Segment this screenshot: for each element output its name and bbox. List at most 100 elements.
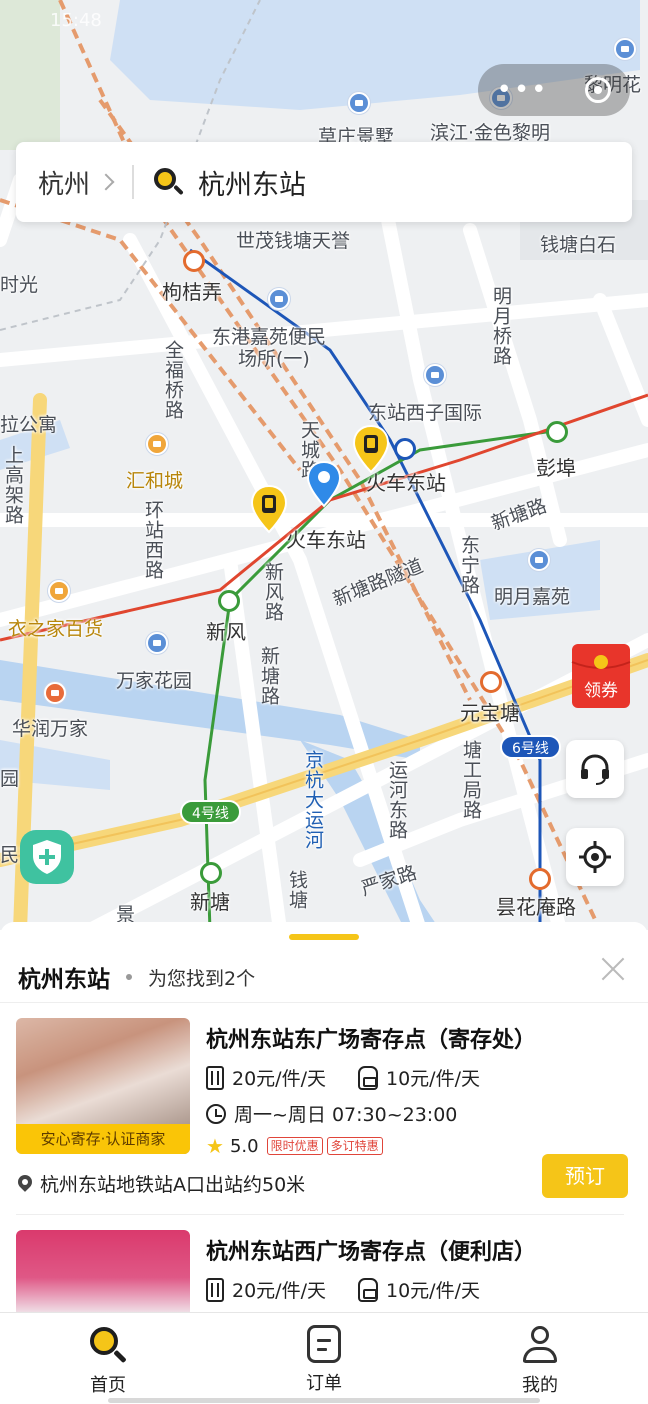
price-suitcase: 20元/件/天 (232, 1280, 326, 1302)
map-label: 上高架路 (2, 445, 24, 525)
customer-service-button[interactable] (566, 740, 624, 798)
poi-wanjia-icon[interactable] (146, 632, 168, 654)
more-options-icon[interactable]: ••• (496, 77, 548, 103)
price-backpack: 10元/件/天 (385, 1280, 480, 1302)
map-label: 元宝塘 (460, 701, 520, 725)
backpack-icon (357, 1277, 378, 1302)
locate-me-button[interactable] (566, 828, 624, 886)
star-icon: ★ (206, 1134, 224, 1158)
clock-icon (206, 1103, 226, 1124)
station-goujinong-icon[interactable] (183, 250, 205, 272)
map-label: 世茂钱塘天誉 (236, 230, 351, 252)
promo-tag: 限时优惠 (266, 1137, 323, 1155)
poi-huarun-icon[interactable] (44, 682, 66, 704)
map-label: 拉公寓 (0, 414, 58, 436)
map-label: 钱塘 (286, 870, 308, 910)
map-label: 新风路 (262, 562, 284, 622)
close-mini-program-icon[interactable] (585, 77, 612, 103)
map-label: 明月桥路 (490, 286, 512, 366)
station-huochedong-icon[interactable] (394, 438, 416, 460)
poi-donggang-icon[interactable] (268, 288, 290, 310)
map-label: 彭埠 (536, 456, 576, 480)
poi-huihecheng-icon[interactable] (146, 433, 168, 455)
sheet-header: 杭州东站 为您找到2个 (0, 952, 648, 1002)
station-xinfeng-icon[interactable] (218, 590, 240, 612)
store-thumbnail: 安心寄存·认证商家 (16, 1018, 190, 1154)
tab-label: 我的 (522, 1375, 558, 1396)
city-selector[interactable]: 杭州 (16, 142, 115, 222)
station-xintang-icon[interactable] (200, 862, 222, 884)
store-card[interactable]: 杭州东站西广场寄存点（便利店） 20元/件/天 10元/件/天 (0, 1230, 648, 1366)
map-label: 昙花庵路 (496, 895, 576, 919)
user-icon (520, 1325, 560, 1365)
divider (16, 1214, 624, 1215)
suitcase-icon (206, 1277, 224, 1302)
store-card[interactable]: 安心寄存·认证商家 杭州东站东广场寄存点（寄存处） 20元/件/天 10元/件/… (0, 1018, 648, 1218)
map-label: 衣之家百货 (8, 618, 104, 640)
headset-icon (581, 754, 609, 785)
results-sheet[interactable]: 杭州东站 为您找到2个 安心寄存·认证商家 杭州东站东广场寄存点（寄存处） 20… (0, 922, 648, 1366)
price-row: 20元/件/天 10元/件/天 (206, 1276, 512, 1303)
tab-home[interactable]: 首页 (0, 1313, 216, 1404)
station-yunhuaan-icon[interactable] (529, 868, 551, 890)
map-label: 环站西路 (142, 500, 164, 580)
verified-badge: 安心寄存·认证商家 (16, 1124, 190, 1154)
map-label: 时光 (0, 274, 39, 296)
poi-mingyue-icon[interactable] (528, 549, 550, 571)
tab-bar: 首页 订单 我的 (0, 1312, 648, 1404)
location-pin-icon (18, 1175, 32, 1193)
tab-label: 首页 (90, 1375, 126, 1396)
station-pengbu-icon[interactable] (546, 421, 568, 443)
map-label: 场所(一) (238, 348, 310, 370)
search-icon (152, 166, 184, 198)
close-icon[interactable] (598, 954, 628, 984)
search-bar[interactable]: 杭州 杭州东站 (16, 142, 632, 222)
poi-caozhuang-icon[interactable] (348, 92, 370, 114)
chevron-right-icon (97, 173, 115, 191)
current-location-pin-icon (306, 460, 342, 508)
rating-row: ★ 5.0 限时优惠 多订特惠 (206, 1134, 387, 1158)
map-view[interactable]: 6号线 4号线 草庄景墅 滨江·金色黎明 黎明花 世茂钱塘天誉 钱塘白石 时光 … (0, 0, 648, 930)
price-backpack: 10元/件/天 (385, 1068, 480, 1090)
locker-pin-icon[interactable] (352, 424, 390, 474)
map-label: 万家花园 (116, 670, 193, 692)
mini-program-capsule[interactable]: ••• (478, 64, 630, 116)
store-address: 杭州东站地铁站A口出站约50米 (40, 1174, 306, 1196)
poi-dongzhanxizi-icon[interactable] (424, 364, 446, 386)
map-label: 园 (0, 768, 20, 790)
sheet-drag-handle[interactable] (289, 934, 359, 940)
metro-line6-badge: 6号线 (500, 735, 561, 759)
store-name: 杭州东站东广场寄存点（寄存处） (206, 1028, 537, 1053)
price-suitcase: 20元/件/天 (232, 1068, 326, 1090)
suitcase-icon (206, 1065, 224, 1090)
map-label: 滨江·金色黎明 (430, 122, 551, 144)
tab-mine[interactable]: 我的 (432, 1313, 648, 1404)
shield-plus-icon (33, 840, 61, 874)
orders-icon (307, 1325, 341, 1363)
map-label: 明月嘉苑 (494, 586, 571, 608)
tab-orders[interactable]: 订单 (216, 1313, 432, 1404)
search-input[interactable]: 杭州东站 (198, 163, 306, 202)
result-count: 为您找到2个 (148, 967, 256, 990)
map-label: 京杭大运河 (302, 750, 324, 850)
station-yuanbaotang-icon[interactable] (480, 671, 502, 693)
coupon-label: 领券 (584, 681, 618, 701)
map-label: 汇和城 (126, 470, 184, 492)
map-label: 新风 (206, 620, 246, 644)
home-indicator (108, 1398, 540, 1403)
book-button[interactable]: 预订 (542, 1154, 628, 1198)
poi-yizhijia-icon[interactable] (48, 580, 70, 602)
address-row: 杭州东站地铁站A口出站约50米 (18, 1170, 305, 1197)
city-name: 杭州 (38, 169, 91, 200)
locate-icon (579, 841, 611, 873)
map-label: 钱塘白石 (540, 234, 617, 256)
map-label: 枸桔弄 (162, 280, 222, 304)
safety-shield-button[interactable] (20, 830, 74, 884)
coupon-button[interactable]: 领券 (568, 640, 634, 712)
locker-pin-icon[interactable] (250, 484, 288, 534)
map-label: 运河东路 (386, 760, 408, 840)
sheet-title: 杭州东站 (18, 967, 110, 993)
map-label: 新塘路 (258, 646, 280, 706)
divider (0, 1002, 648, 1003)
map-label: 火车东站 (286, 528, 366, 552)
